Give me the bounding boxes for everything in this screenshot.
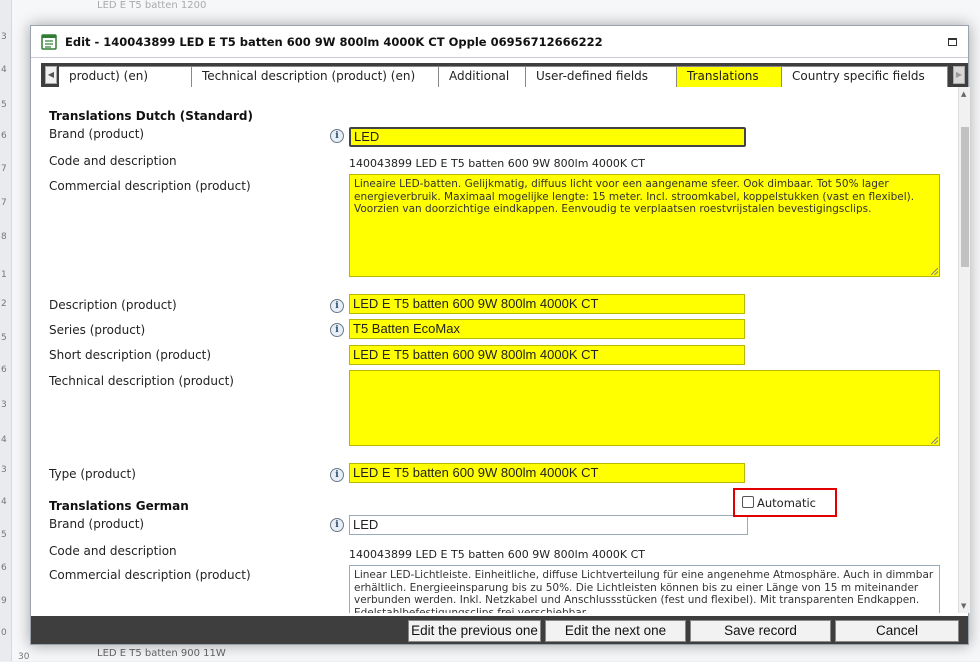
dutch-technical-description-textarea[interactable] xyxy=(349,370,940,446)
row-number: 3 xyxy=(1,465,7,475)
label-short-description: Short description (product) xyxy=(49,348,212,362)
row-number: 6 xyxy=(1,365,7,375)
maximize-icon[interactable] xyxy=(948,38,957,46)
tab-additional[interactable]: Additional xyxy=(439,66,526,87)
save-record-button[interactable]: Save record xyxy=(690,620,831,642)
dutch-commercial-description-textarea[interactable]: Lineaire LED-batten. Gelijkmatig, diffuu… xyxy=(349,174,940,277)
edit-dialog: Edit - 140043899 LED E T5 batten 600 9W … xyxy=(30,25,970,645)
edit-previous-button[interactable]: Edit the previous one xyxy=(408,620,541,642)
translations-panel: Translations Dutch (Standard) Brand (pro… xyxy=(41,87,958,613)
cancel-button[interactable]: Cancel xyxy=(835,620,959,642)
german-brand-input[interactable]: LED xyxy=(349,515,748,535)
row-number: 3 xyxy=(1,400,7,410)
info-icon[interactable]: i xyxy=(330,323,344,337)
row-number: 4 xyxy=(1,65,7,75)
info-icon[interactable]: i xyxy=(330,518,344,532)
label-commercial-description: Commercial description (product) xyxy=(49,568,251,582)
row-number: 0 xyxy=(1,628,7,638)
dutch-brand-input[interactable]: LED xyxy=(349,127,746,147)
dutch-commercial-description-text: Lineaire LED-batten. Gelijkmatig, diffuu… xyxy=(354,178,915,215)
info-icon[interactable]: i xyxy=(330,468,344,482)
german-code-description-value: 140043899 LED E T5 batten 600 9W 800lm 4… xyxy=(349,548,646,561)
row-number: 5 xyxy=(1,333,7,343)
background-row-text: LED E T5 batten 900 11W xyxy=(97,648,226,659)
tab-country-specific-fields[interactable]: Country specific fields xyxy=(782,66,948,87)
row-number: 7 xyxy=(1,164,7,174)
label-series: Series (product) xyxy=(49,323,146,337)
row-number: 4 xyxy=(1,435,7,445)
row-number: 8 xyxy=(1,232,7,242)
edit-next-button[interactable]: Edit the next one xyxy=(545,620,686,642)
info-icon[interactable]: i xyxy=(330,129,344,143)
automatic-checkbox-group[interactable]: Automatic xyxy=(733,488,837,517)
label-commercial-description: Commercial description (product) xyxy=(49,179,251,193)
row-number: 5 xyxy=(1,100,7,110)
german-commercial-description-text: Linear LED-Lichtleiste. Einheitliche, di… xyxy=(354,569,934,613)
dutch-description-input[interactable]: LED E T5 batten 600 9W 800lm 4000K CT xyxy=(349,294,745,314)
resize-handle-icon[interactable] xyxy=(931,268,938,275)
row-number: 9 xyxy=(1,596,7,606)
label-description: Description (product) xyxy=(49,298,177,312)
dutch-type-input[interactable]: LED E T5 batten 600 9W 800lm 4000K CT xyxy=(349,463,745,483)
row-number: 2 xyxy=(1,299,7,309)
row-number: 5 xyxy=(1,530,7,540)
resize-handle-icon[interactable] xyxy=(931,437,938,444)
row-number: 6 xyxy=(1,563,7,573)
scroll-up-icon[interactable]: ▲ xyxy=(961,90,966,98)
info-icon[interactable]: i xyxy=(330,299,344,313)
section-title-dutch: Translations Dutch (Standard) xyxy=(49,109,253,123)
tab-technical-description[interactable]: Technical description (product) (en) xyxy=(192,66,439,87)
background-row-text: LED E T5 batten 1200 xyxy=(97,0,207,11)
form-icon xyxy=(41,33,57,50)
vertical-scrollbar[interactable]: ▲ ▼ xyxy=(958,87,970,613)
label-type: Type (product) xyxy=(49,467,136,481)
tab-scroll-left-icon[interactable]: ◀ xyxy=(45,66,57,84)
automatic-label: Automatic xyxy=(757,496,816,510)
dialog-title: Edit - 140043899 LED E T5 batten 600 9W … xyxy=(65,34,603,49)
label-code-description: Code and description xyxy=(49,544,177,558)
label-technical-description: Technical description (product) xyxy=(49,374,234,388)
row-number: 4 xyxy=(1,497,7,507)
dutch-series-input[interactable]: T5 Batten EcoMax xyxy=(349,319,745,339)
german-commercial-description-textarea[interactable]: Linear LED-Lichtleiste. Einheitliche, di… xyxy=(349,565,940,613)
automatic-checkbox[interactable] xyxy=(742,496,754,508)
row-number: 3 xyxy=(1,32,7,42)
row-number: 1 xyxy=(1,270,7,280)
scrollbar-thumb[interactable] xyxy=(961,127,969,267)
dutch-code-description-value: 140043899 LED E T5 batten 600 9W 800lm 4… xyxy=(349,157,646,170)
dialog-button-bar: Edit the previous one Edit the next one … xyxy=(31,616,968,644)
label-brand: Brand (product) xyxy=(49,517,145,531)
tab-strip: ◀ product) (en) Technical description (p… xyxy=(41,63,968,87)
tab-product-en[interactable]: product) (en) xyxy=(59,66,192,87)
label-code-description: Code and description xyxy=(49,154,177,168)
tab-translations[interactable]: Translations xyxy=(677,66,782,87)
row-number: 6 xyxy=(1,131,7,141)
background-row-numbers: 3 4 5 6 7 7 8 1 2 5 6 3 4 3 4 5 6 9 0 30 xyxy=(0,0,29,662)
tab-user-defined-fields[interactable]: User-defined fields xyxy=(526,66,677,87)
scroll-down-icon[interactable]: ▼ xyxy=(961,602,966,610)
dutch-short-description-input[interactable]: LED E T5 batten 600 9W 800lm 4000K CT xyxy=(349,345,745,365)
tab-scroll-right-icon[interactable]: ▶ xyxy=(953,66,965,84)
label-brand: Brand (product) xyxy=(49,127,145,141)
row-number: 7 xyxy=(1,198,7,208)
section-title-german: Translations German xyxy=(49,499,189,513)
dialog-titlebar[interactable]: Edit - 140043899 LED E T5 batten 600 9W … xyxy=(31,26,968,58)
